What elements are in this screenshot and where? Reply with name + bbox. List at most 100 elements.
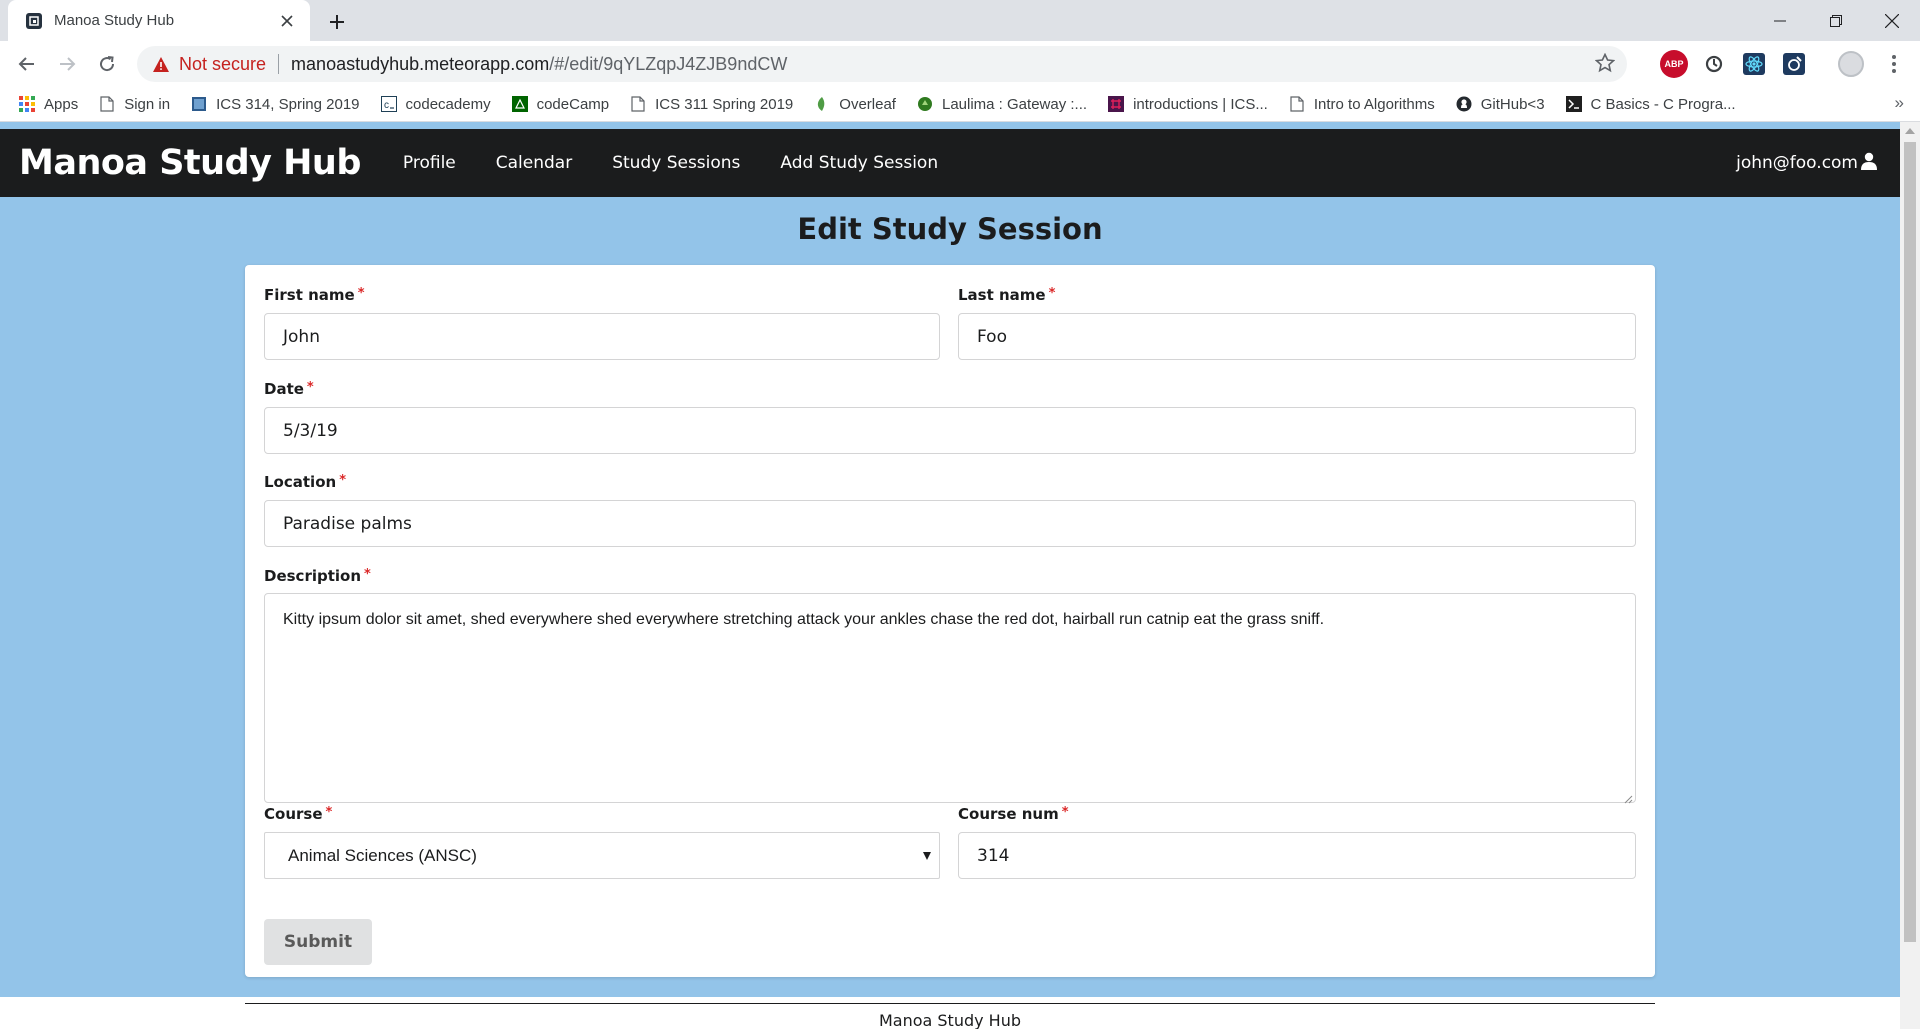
sync-extension-icon[interactable] [1700, 50, 1728, 78]
location-label-text: Location [264, 473, 337, 491]
bookmark-item[interactable]: GitHub<3 [1455, 95, 1545, 113]
bookmark-star-icon[interactable] [1594, 52, 1616, 78]
bookmark-item[interactable]: Sign in [98, 95, 170, 113]
resize-grip-icon[interactable] [1623, 790, 1633, 804]
close-window-icon[interactable] [1864, 0, 1920, 41]
user-icon [1858, 152, 1878, 175]
page-title: Edit Study Session [797, 212, 1103, 246]
required-marker: * [339, 473, 346, 488]
bookmark-label: Sign in [124, 95, 171, 113]
course-select[interactable]: Animal Sciences (ANSC) [264, 832, 940, 879]
bookmark-item[interactable]: C Basics - C Progra... [1565, 95, 1736, 113]
bookmark-label: GitHub<3 [1480, 95, 1545, 113]
date-label: Date * [264, 380, 314, 398]
first-name-value: John [283, 326, 320, 347]
nav-profile[interactable]: Profile [403, 153, 456, 173]
last-name-label: Last name * [958, 286, 1055, 304]
bookmark-item[interactable]: ICS 311 Spring 2019 [629, 95, 793, 113]
required-marker: * [357, 286, 365, 301]
course-num-label-text: Course num [958, 805, 1059, 823]
dropdown-arrow-icon [923, 852, 931, 860]
reload-icon[interactable] [92, 49, 122, 79]
tab-title: Manoa Study Hub [54, 12, 175, 29]
scroll-up-arrow-icon[interactable] [1905, 128, 1915, 134]
required-marker: * [325, 805, 333, 820]
bookmarks-overflow-icon[interactable]: » [1895, 93, 1904, 113]
site-navbar: Manoa Study Hub Profile Calendar Study S… [0, 129, 1900, 197]
forward-icon[interactable] [52, 49, 82, 79]
course-label-text: Course [264, 805, 323, 823]
required-marker: * [364, 567, 371, 582]
bookmark-label: Intro to Algorithms [1313, 95, 1435, 113]
first-name-label-text: First name [264, 286, 355, 304]
nav-calendar[interactable]: Calendar [496, 153, 572, 173]
brand-logo[interactable]: Manoa Study Hub [19, 143, 361, 183]
course-label: Course * [264, 805, 332, 823]
location-value: Paradise palms [283, 513, 412, 534]
location-label: Location * [264, 473, 346, 491]
date-label-text: Date [264, 380, 304, 398]
bookmark-item[interactable]: Overleaf [813, 95, 896, 113]
page-icon [629, 95, 647, 113]
description-textarea[interactable]: Kitty ipsum dolor sit amet, shed everywh… [264, 593, 1636, 804]
page-scrollbar[interactable] [1900, 122, 1920, 1029]
nav-study-sessions[interactable]: Study Sessions [612, 153, 740, 173]
description-label-text: Description [264, 567, 362, 585]
first-name-field[interactable]: John [264, 313, 940, 360]
new-tab-icon[interactable] [323, 8, 351, 36]
date-value: 5/3/19 [283, 420, 338, 441]
course-num-label: Course num * [958, 805, 1069, 823]
address-bar[interactable]: Not secure manoastudyhub.meteorapp.com /… [137, 46, 1627, 82]
course-num-value: 314 [977, 845, 1010, 866]
date-field[interactable]: 5/3/19 [264, 407, 1636, 454]
adblock-icon[interactable]: ABP [1660, 50, 1688, 78]
last-name-field[interactable]: Foo [958, 313, 1636, 360]
footer-divider [245, 1003, 1655, 1004]
back-icon[interactable] [12, 49, 42, 79]
browser-menu-icon[interactable] [1880, 50, 1908, 78]
bookmark-item[interactable]: Laulima : Gateway :... [916, 95, 1087, 113]
bookmark-item[interactable]: Apps [18, 95, 78, 113]
browser-tabstrip: Manoa Study Hub [0, 0, 1920, 41]
first-name-label: First name * [264, 286, 365, 304]
profile-avatar-icon[interactable] [1838, 51, 1864, 77]
react-devtools-icon[interactable] [1740, 50, 1768, 78]
extensions: ABP [1660, 50, 1808, 78]
location-field[interactable]: Paradise palms [264, 500, 1636, 547]
github-icon [1455, 95, 1473, 113]
overleaf-icon [813, 95, 831, 113]
codecademy-icon: c [380, 95, 398, 113]
warning-icon [153, 56, 169, 72]
nav-add-study-session[interactable]: Add Study Session [780, 153, 938, 173]
course-num-field[interactable]: 314 [958, 832, 1636, 879]
tab-close-icon[interactable] [276, 10, 298, 32]
url-host: manoastudyhub.meteorapp.com [291, 53, 550, 74]
page-footer: Manoa Study Hub [0, 997, 1900, 1029]
security-status[interactable]: Not secure [179, 54, 266, 75]
last-name-value: Foo [977, 326, 1007, 347]
course-selected-value: Animal Sciences (ANSC) [288, 845, 477, 865]
restore-icon[interactable] [1808, 0, 1864, 41]
browser-tab[interactable]: Manoa Study Hub [8, 0, 310, 41]
bookmark-item[interactable]: introductions | ICS... [1107, 95, 1268, 113]
scroll-thumb[interactable] [1904, 142, 1916, 942]
bookmark-item[interactable]: ICS 314, Spring 2019 [190, 95, 360, 113]
user-menu[interactable]: john@foo.com [1736, 129, 1878, 197]
browser-toolbar: Not secure manoastudyhub.meteorapp.com /… [0, 41, 1920, 87]
submit-button[interactable]: Submit [264, 919, 372, 965]
site-icon [190, 95, 208, 113]
apps-grid-icon [18, 95, 36, 113]
description-value: Kitty ipsum dolor sit amet, shed everywh… [283, 611, 1325, 628]
devtools-extension-icon[interactable] [1780, 50, 1808, 78]
bookmark-item[interactable]: c codecademy [380, 95, 491, 113]
bookmark-item[interactable]: Intro to Algorithms [1288, 95, 1435, 113]
codecamp-icon [511, 95, 529, 113]
bookmark-item[interactable]: codeCamp [511, 95, 610, 113]
bookmark-label: codeCamp [536, 95, 610, 113]
bookmark-label: codecademy [405, 95, 491, 113]
url-path: /#/edit/9qYLZqpJ4ZJB9ndCW [549, 53, 788, 74]
minimize-icon[interactable] [1752, 0, 1808, 41]
footer-text: Manoa Study Hub [878, 1011, 1022, 1029]
window-controls [1752, 0, 1920, 41]
terminal-icon [1565, 95, 1583, 113]
